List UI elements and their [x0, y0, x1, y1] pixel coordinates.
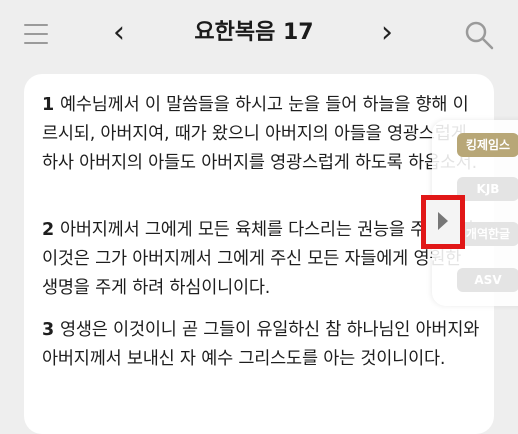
verse-number: 1	[42, 95, 54, 115]
verse-3[interactable]: 3 영생은 이것이니 곧 그들이 유일하신 참 하나님인 아버지와 아버지께서 보…	[42, 316, 482, 374]
verse-2[interactable]: 2 아버지께서 그에게 모든 육체를 다스리는 권능을 주셨으니 이것은 그가 아…	[42, 216, 482, 303]
verse-number: 2	[42, 220, 54, 240]
menu-icon[interactable]	[24, 24, 48, 44]
search-icon[interactable]	[462, 18, 496, 52]
next-chapter-icon[interactable]: ›	[372, 18, 402, 48]
version-tag-asv[interactable]: ASV	[457, 268, 518, 292]
verse-text: 예수님께서 이 말씀들을 하시고 눈을 들어 하늘을 향해 이르시되, 아버지여…	[42, 95, 478, 173]
play-arrow-icon	[438, 212, 448, 230]
prev-chapter-icon[interactable]: ‹	[104, 18, 134, 48]
verse-1[interactable]: 1 예수님께서 이 말씀들을 하시고 눈을 들어 하늘을 향해 이르시되, 아버지…	[42, 91, 482, 178]
version-tag-korean-revised[interactable]: 개역한글	[457, 222, 518, 246]
verse-number: 3	[42, 320, 54, 340]
chapter-title[interactable]: 요한복음 17	[150, 18, 358, 48]
verse-text: 영생은 이것이니 곧 그들이 유일하신 참 하나님인 아버지와 아버지께서 보내…	[42, 320, 480, 369]
version-tag-kjb[interactable]: KJB	[457, 177, 518, 201]
version-tag-kingjames[interactable]: 킹제임스	[457, 133, 518, 157]
verse-text: 아버지께서 그에게 모든 육체를 다스리는 권능을 주셨으니 이것은 그가 아버…	[42, 220, 474, 298]
verse-card: 1 예수님께서 이 말씀들을 하시고 눈을 들어 하늘을 향해 이르시되, 아버지…	[24, 74, 494, 434]
top-bar: ‹ 요한복음 17 ›	[0, 0, 518, 72]
panel-toggle-button[interactable]	[421, 195, 465, 249]
